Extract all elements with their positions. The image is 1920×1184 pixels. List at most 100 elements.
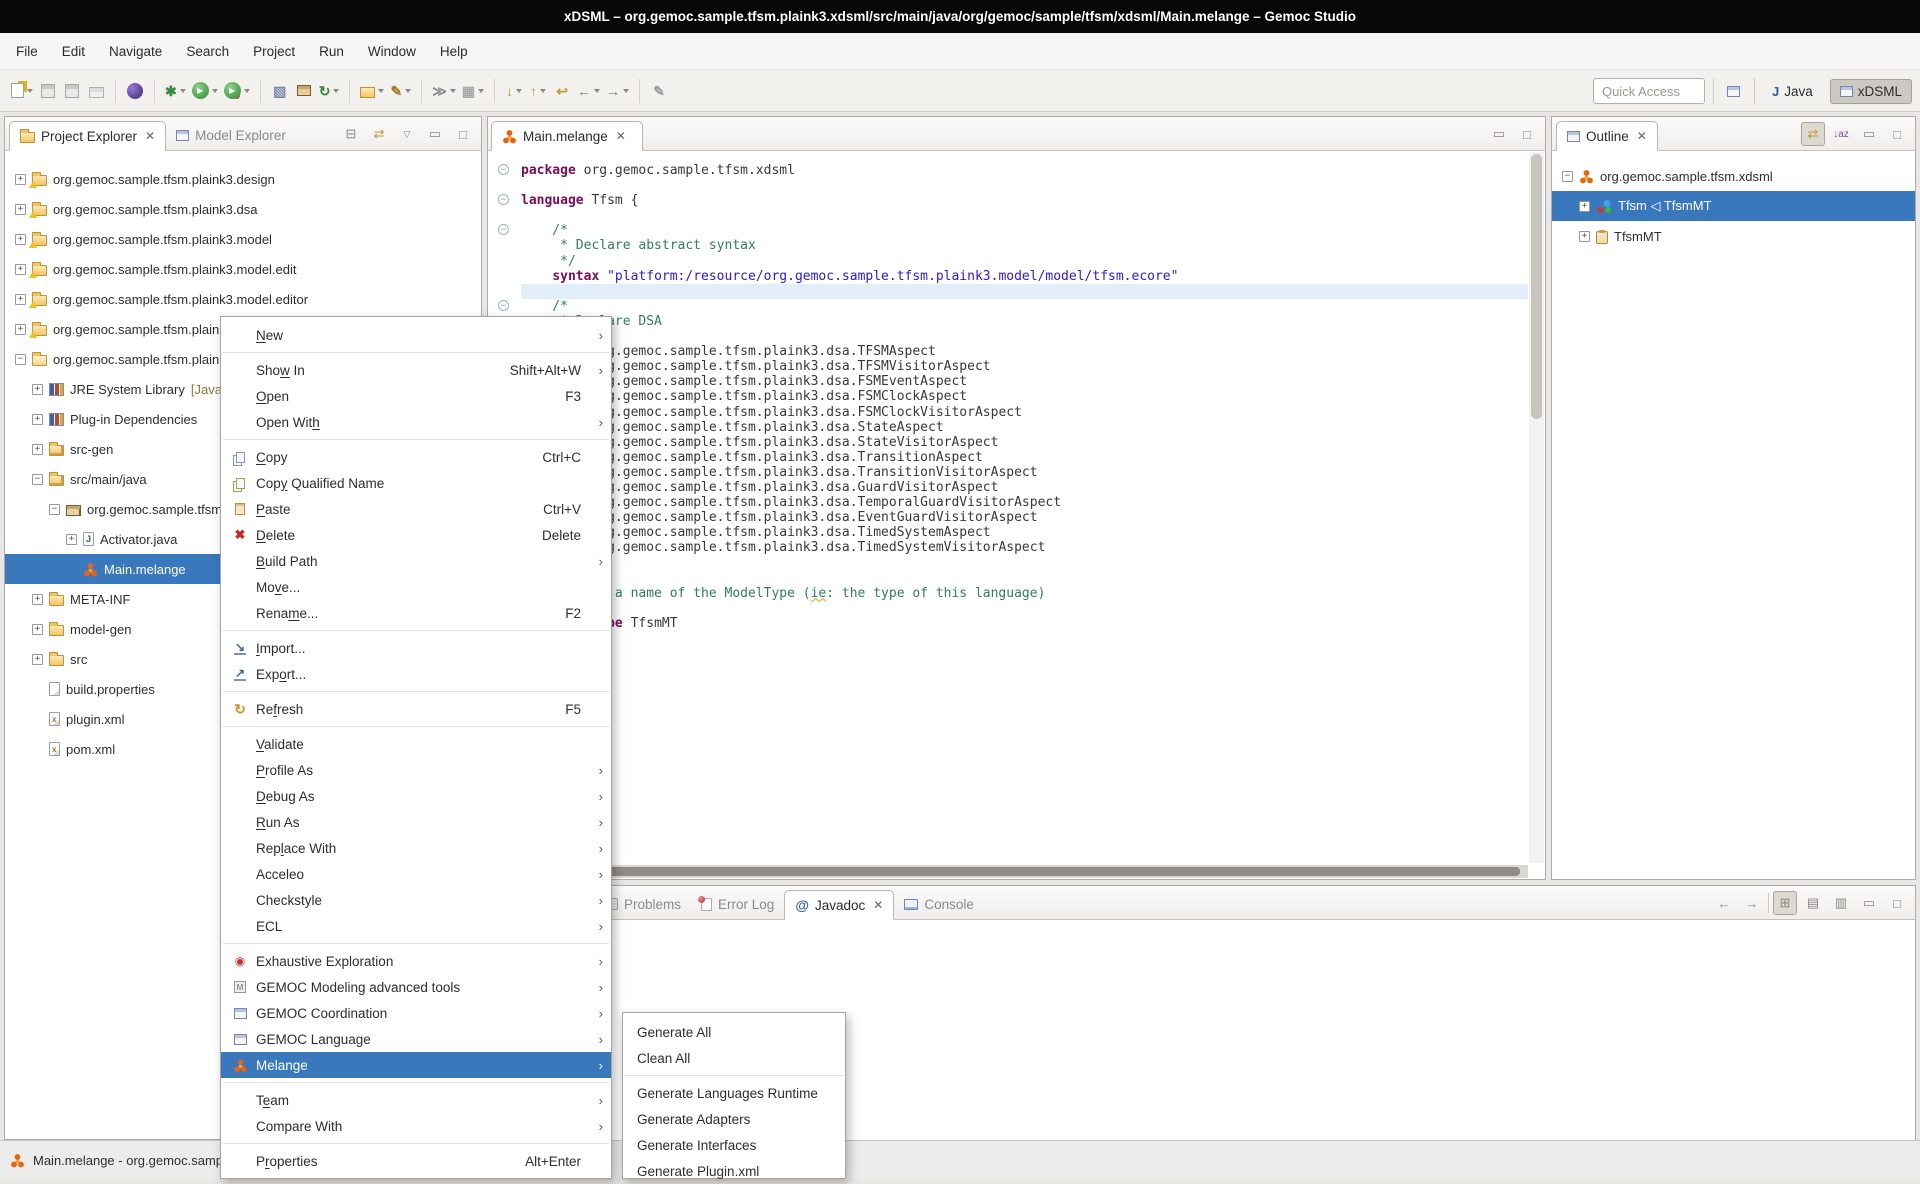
menu-item-paste[interactable]: PasteCtrl+V: [221, 496, 611, 522]
expander-icon[interactable]: −: [32, 474, 43, 485]
fold-collapse-icon[interactable]: −: [498, 164, 509, 175]
menubar-item-edit[interactable]: Edit: [50, 33, 97, 69]
open-search-button[interactable]: [358, 78, 386, 104]
menu-item-open[interactable]: OpenF3: [221, 383, 611, 409]
tree-item[interactable]: +org.gemoc.sample.tfsm.plaink3.model.edi…: [5, 284, 481, 314]
close-icon[interactable]: ✕: [1637, 129, 1647, 143]
menu-item-rename[interactable]: Rename...F2: [221, 600, 611, 626]
open-perspective-button[interactable]: [1722, 79, 1746, 103]
new-package-button[interactable]: [293, 78, 315, 104]
tree-item[interactable]: +org.gemoc.sample.tfsm.plaink3.model: [5, 224, 481, 254]
menu-item-move[interactable]: Move...: [221, 574, 611, 600]
menubar-item-search[interactable]: Search: [174, 33, 241, 69]
next-annotation-button[interactable]: ↓: [503, 78, 525, 104]
menu-item-gemoc-coordination[interactable]: GEMOC Coordination›: [221, 1000, 611, 1026]
expander-icon[interactable]: −: [1562, 171, 1573, 182]
menu-item-run-as[interactable]: Run As›: [221, 809, 611, 835]
sort-az-icon[interactable]: ↓az: [1829, 122, 1853, 146]
vertical-scrollbar[interactable]: [1529, 152, 1544, 863]
skip-breakpoints-button[interactable]: ≫: [430, 78, 458, 104]
show-javadoc-view-icon[interactable]: ⊞: [1773, 891, 1797, 915]
menubar-item-window[interactable]: Window: [356, 33, 428, 69]
link-with-editor-icon[interactable]: ⇄: [367, 122, 391, 146]
menu-item-gemoc-modeling-advanced-tools[interactable]: MGEMOC Modeling advanced tools›: [221, 974, 611, 1000]
menubar-item-run[interactable]: Run: [307, 33, 356, 69]
fold-collapse-icon[interactable]: −: [498, 194, 509, 205]
scrollbar-thumb[interactable]: [1531, 154, 1542, 419]
prev-annotation-button[interactable]: ↑: [527, 78, 549, 104]
open-attached-javadoc-icon[interactable]: ▤: [1801, 891, 1825, 915]
expander-icon[interactable]: +: [1579, 231, 1590, 242]
collapse-all-icon[interactable]: ⊟: [339, 122, 363, 146]
expander-icon[interactable]: +: [32, 384, 43, 395]
menu-item-replace-with[interactable]: Replace With›: [221, 835, 611, 861]
edit-search-button[interactable]: ✎: [388, 78, 413, 104]
menu-item-import[interactable]: ↘Import...: [221, 635, 611, 661]
tree-item[interactable]: +org.gemoc.sample.tfsm.plaink3.dsa: [5, 194, 481, 224]
expander-icon[interactable]: +: [1579, 201, 1590, 212]
menu-item-copy[interactable]: CopyCtrl+C: [221, 444, 611, 470]
close-icon[interactable]: ✕: [616, 129, 626, 143]
fold-collapse-icon[interactable]: −: [498, 300, 509, 311]
expander-icon[interactable]: −: [15, 354, 26, 365]
maximize-icon[interactable]: □: [1885, 122, 1909, 146]
tab-outline[interactable]: Outline ✕: [1556, 121, 1658, 151]
menu-item-exhaustive-exploration[interactable]: ◉Exhaustive Exploration›: [221, 948, 611, 974]
minimize-icon[interactable]: ▭: [1857, 891, 1881, 915]
new-melange-project-button[interactable]: ▧: [269, 78, 291, 104]
submenu-item-generate-all[interactable]: Generate All: [623, 1019, 845, 1045]
refresh-site-button[interactable]: ↻: [317, 78, 342, 104]
expander-icon[interactable]: +: [15, 174, 26, 185]
submenu-item-clean-all[interactable]: Clean All: [623, 1045, 845, 1071]
menu-item-properties[interactable]: PropertiesAlt+Enter: [221, 1148, 611, 1174]
close-icon[interactable]: ✕: [873, 898, 883, 912]
expander-icon[interactable]: +: [66, 534, 77, 545]
run-external-tools-button[interactable]: ▶: [222, 78, 252, 104]
tree-item[interactable]: +org.gemoc.sample.tfsm.plaink3.model.edi…: [5, 254, 481, 284]
tab-console[interactable]: Console: [894, 889, 984, 919]
forward-icon[interactable]: →: [1740, 891, 1764, 915]
open-input-icon[interactable]: ▥: [1829, 891, 1853, 915]
minimize-icon[interactable]: ▭: [1857, 122, 1881, 146]
expander-icon[interactable]: +: [15, 324, 26, 335]
submenu-item-generate-adapters[interactable]: Generate Adapters: [623, 1106, 845, 1132]
perspective-xdsml-button[interactable]: xDSML: [1830, 79, 1912, 104]
menu-item-melange[interactable]: Melange›: [221, 1052, 611, 1078]
menubar-item-navigate[interactable]: Navigate: [97, 33, 174, 69]
link-with-editor-icon[interactable]: ⇄: [1801, 122, 1825, 146]
tab-javadoc[interactable]: @ Javadoc ✕: [784, 890, 894, 920]
tab-project-explorer[interactable]: Project Explorer ✕: [9, 121, 166, 151]
submenu-item-generate-plugin-xml[interactable]: Generate Plugin.xml: [623, 1158, 845, 1184]
expander-icon[interactable]: −: [49, 504, 60, 515]
menu-item-open-with[interactable]: Open With›: [221, 409, 611, 435]
perspective-java-button[interactable]: J Java: [1763, 80, 1822, 103]
scrollbar-thumb[interactable]: [491, 867, 1520, 876]
menu-item-refresh[interactable]: ↻RefreshF5: [221, 696, 611, 722]
menu-item-compare-with[interactable]: Compare With›: [221, 1113, 611, 1139]
grid-view-button[interactable]: ▦: [460, 78, 486, 104]
menu-item-ecl[interactable]: ECL›: [221, 913, 611, 939]
menu-item-export[interactable]: ↗Export...: [221, 661, 611, 687]
expander-icon[interactable]: +: [32, 444, 43, 455]
outline-item[interactable]: +Tfsm ◁ TfsmMT: [1552, 191, 1915, 221]
outline-item[interactable]: −org.gemoc.sample.tfsm.xdsml: [1552, 161, 1915, 191]
menu-item-gemoc-language[interactable]: GEMOC Language›: [221, 1026, 611, 1052]
menu-item-delete[interactable]: ✖DeleteDelete: [221, 522, 611, 548]
run-button[interactable]: ▶: [190, 78, 220, 104]
menubar-item-help[interactable]: Help: [428, 33, 480, 69]
minimize-icon[interactable]: ▭: [1487, 122, 1511, 146]
debug-button[interactable]: ✱: [163, 78, 188, 104]
expander-icon[interactable]: +: [32, 594, 43, 605]
expander-icon[interactable]: +: [32, 654, 43, 665]
maximize-icon[interactable]: □: [451, 122, 475, 146]
expander-icon[interactable]: +: [15, 294, 26, 305]
submenu-item-generate-interfaces[interactable]: Generate Interfaces: [623, 1132, 845, 1158]
menu-item-show-in[interactable]: Show InShift+Alt+W›: [221, 357, 611, 383]
submenu-item-generate-languages-runtime[interactable]: Generate Languages Runtime: [623, 1080, 845, 1106]
menubar-item-project[interactable]: Project: [241, 33, 307, 69]
outline-item[interactable]: +TfsmMT: [1552, 221, 1915, 251]
expander-icon[interactable]: +: [15, 264, 26, 275]
menu-item-acceleo[interactable]: Acceleo›: [221, 861, 611, 887]
maximize-icon[interactable]: □: [1515, 122, 1539, 146]
maximize-icon[interactable]: □: [1885, 891, 1909, 915]
